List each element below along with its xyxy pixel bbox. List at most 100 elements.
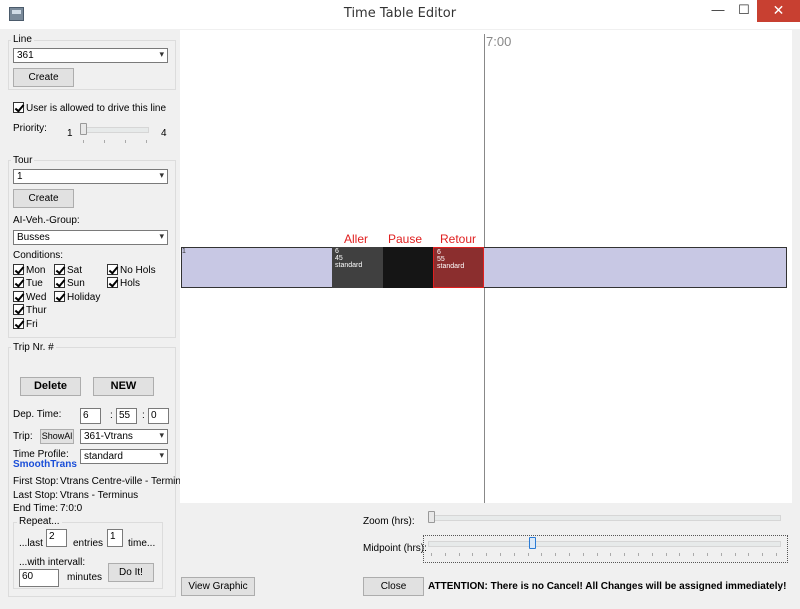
condition-fri-checkbox[interactable]: Fri [13, 318, 38, 330]
line-select[interactable]: 361 ▾ [13, 48, 168, 63]
priority-label: Priority: [13, 123, 47, 134]
condition-thur-checkbox[interactable]: Thur [13, 304, 47, 316]
repeat-last-label: ...last [19, 538, 43, 549]
midpoint-tick [596, 553, 598, 556]
zoom-slider-thumb[interactable] [428, 511, 435, 523]
dep-minute-input[interactable]: 55 [116, 408, 137, 424]
show-all-button[interactable]: ShowAl [40, 429, 74, 444]
midpoint-slider-thumb[interactable] [529, 537, 536, 549]
trip-label: Trip: [13, 431, 33, 442]
end-time-label: End Time: [13, 503, 59, 514]
close-window-button[interactable]: ✕ [757, 0, 800, 22]
last-stop-value: Vtrans - Terminus [60, 490, 139, 501]
checkbox-checked-icon [13, 291, 24, 302]
trip-block-aller[interactable]: 6 45 standard [332, 247, 383, 288]
line-group-label: Line [11, 34, 34, 45]
allowed-checkbox[interactable]: User is allowed to drive this line [13, 102, 166, 114]
delete-trip-button[interactable]: Delete [20, 377, 81, 396]
trip-block-pause[interactable] [383, 247, 433, 288]
condition-sun-checkbox[interactable]: Sun [54, 277, 85, 289]
tour-bar[interactable] [181, 247, 787, 288]
new-trip-button[interactable]: NEW [93, 377, 154, 396]
create-line-button[interactable]: Create [13, 68, 74, 87]
midpoint-tick [624, 553, 626, 556]
condition-no-hols-label: No Hols [120, 265, 156, 276]
condition-sun-label: Sun [67, 278, 85, 289]
midpoint-tick [458, 553, 460, 556]
midpoint-tick [610, 553, 612, 556]
midpoint-tick [707, 553, 708, 556]
trip-block-retour[interactable]: 6 55 standard [433, 247, 484, 288]
condition-mon-checkbox[interactable]: Mon [13, 264, 45, 276]
checkbox-checked-icon [54, 277, 65, 288]
priority-tick [125, 140, 126, 143]
midpoint-tick [665, 553, 667, 556]
do-it-button[interactable]: Do It! [108, 563, 154, 582]
midpoint-tick [486, 553, 488, 556]
dep-hour-input[interactable]: 6 [80, 408, 101, 424]
zoom-slider-track[interactable] [428, 515, 781, 521]
end-time-value: 7:0:0 [60, 503, 83, 514]
checkbox-checked-icon [13, 264, 24, 275]
midpoint-tick [776, 553, 777, 556]
checkbox-checked-icon [13, 304, 24, 315]
tour-number: 1 [182, 248, 186, 255]
midpoint-tick [582, 553, 584, 556]
condition-hols-label: Hols [120, 278, 141, 289]
priority-min: 1 [67, 128, 73, 139]
colon-sep: : [110, 410, 113, 421]
midpoint-tick [555, 553, 557, 556]
midpoint-tick [500, 553, 501, 556]
time-profile-select[interactable]: standard ▾ [80, 449, 168, 464]
checkbox-checked-icon [13, 102, 24, 113]
repeat-times-input[interactable]: 1 [107, 529, 123, 547]
condition-wed-label: Wed [26, 292, 47, 303]
dep-second-input[interactable]: 0 [148, 408, 169, 424]
first-stop-value: Vtrans Centre-ville - Terminus [60, 476, 192, 487]
trip-select[interactable]: 361-Vtrans ▾ [80, 429, 168, 444]
minimize-button[interactable]: — [705, 0, 731, 22]
repeat-last-input[interactable]: 2 [46, 529, 67, 547]
condition-hols-checkbox[interactable]: Hols [107, 277, 140, 289]
priority-max: 4 [161, 128, 167, 139]
annotation-aller: Aller [344, 232, 369, 246]
attention-message: ATTENTION: There is no Cancel! All Chang… [428, 581, 787, 592]
veh-group-select[interactable]: Busses ▾ [13, 230, 168, 245]
condition-tue-label: Tue [26, 278, 43, 289]
time-marker-label: 7:00 [486, 34, 512, 49]
smooth-trans-link[interactable]: SmoothTrans [13, 459, 77, 470]
view-graphic-button[interactable]: View Graphic [181, 577, 255, 596]
tour-select[interactable]: 1 ▾ [13, 169, 168, 184]
condition-sat-checkbox[interactable]: Sat [54, 264, 82, 276]
midpoint-tick [638, 553, 639, 556]
maximize-button[interactable]: ☐ [731, 0, 757, 22]
condition-tue-checkbox[interactable]: Tue [13, 277, 43, 289]
close-button[interactable]: Close [363, 577, 424, 596]
last-stop-label: Last Stop: [13, 490, 59, 501]
create-tour-button[interactable]: Create [13, 189, 74, 208]
condition-no-hols-checkbox[interactable]: No Hols [107, 264, 156, 276]
interval-input[interactable]: 60 [19, 569, 59, 587]
condition-mon-label: Mon [26, 265, 46, 276]
midpoint-tick [431, 553, 432, 556]
priority-tick [83, 140, 84, 143]
chevron-down-icon: ▾ [159, 430, 164, 440]
condition-wed-checkbox[interactable]: Wed [13, 291, 46, 303]
conditions-label: Conditions: [13, 250, 64, 261]
checkbox-checked-icon [107, 277, 118, 288]
tour-select-value: 1 [17, 171, 23, 182]
window-title: Time Table Editor [343, 6, 457, 21]
allowed-label: User is allowed to drive this line [26, 103, 167, 114]
checkbox-checked-icon [107, 264, 118, 275]
priority-slider-thumb[interactable] [80, 123, 87, 135]
condition-holiday-checkbox[interactable]: Holiday [54, 291, 100, 303]
dep-time-label: Dep. Time: [13, 409, 62, 420]
chevron-down-icon: ▾ [159, 49, 164, 59]
midpoint-slider-track[interactable] [428, 541, 781, 547]
midpoint-tick [444, 553, 446, 556]
condition-fri-label: Fri [26, 319, 38, 330]
midpoint-tick [734, 553, 736, 556]
annotation-pause: Pause [388, 232, 423, 246]
time-profile-value: standard [84, 451, 123, 462]
priority-slider-track[interactable] [80, 127, 149, 133]
